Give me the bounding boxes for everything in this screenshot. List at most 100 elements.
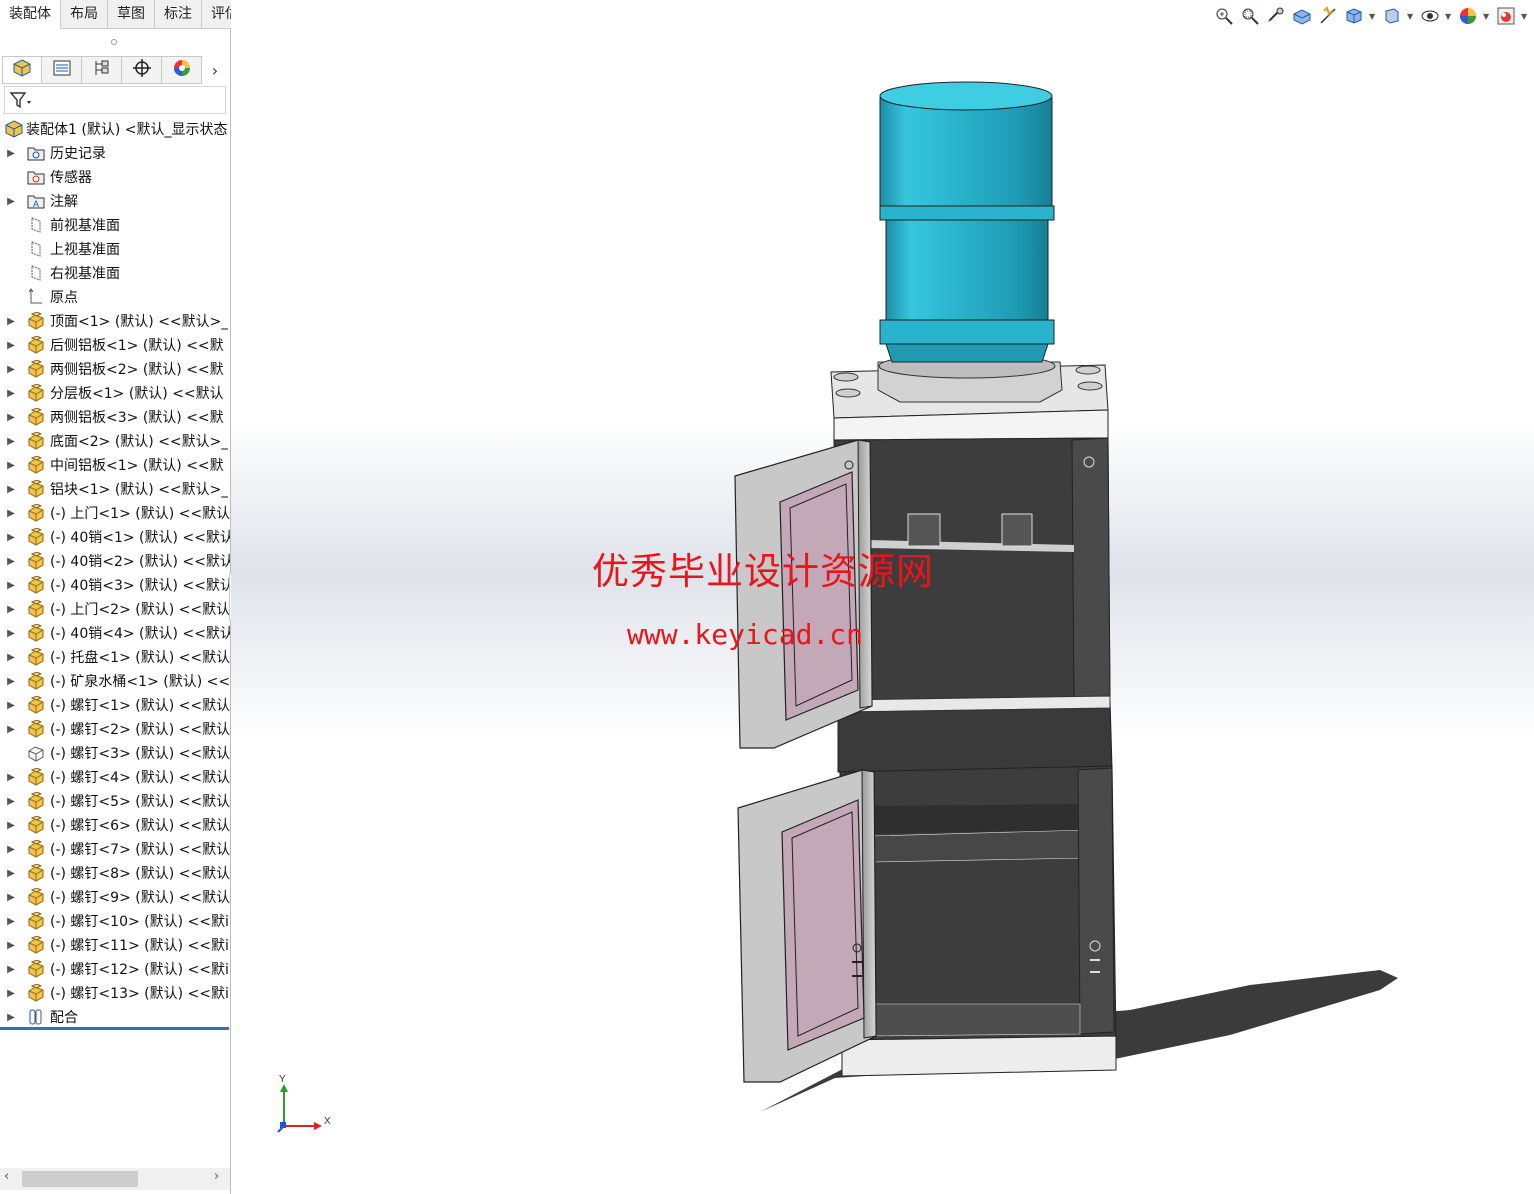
display-manager-tab[interactable] [162,56,202,84]
tree-item[interactable]: ▶ (-) 托盘<1> (默认) <<默认 [0,645,230,669]
expand-arrow-icon[interactable]: ▶ [6,604,16,615]
expand-arrow-icon[interactable]: ▶ [6,388,16,399]
tree-item[interactable]: 传感器 [0,165,230,189]
tree-item[interactable]: ▶ (-) 螺钉<7> (默认) <<默认 [0,837,230,861]
expand-arrow-icon[interactable]: ▶ [6,940,16,951]
tree-item[interactable]: ▶ (-) 螺钉<9> (默认) <<默认 [0,885,230,909]
tree-root[interactable]: 装配体1 (默认) <默认_显示状态 [0,117,230,141]
expand-arrow-icon[interactable]: ▶ [6,652,16,663]
panel-collapse-handle[interactable] [111,39,117,45]
feature-manager-tab[interactable] [2,56,42,84]
expand-arrow-icon[interactable]: ▶ [6,148,16,159]
dropdown-arrow-icon[interactable]: ▼ [1369,12,1377,21]
tree-item[interactable]: ▶ (-) 螺钉<4> (默认) <<默认 [0,765,230,789]
expand-arrow-icon[interactable]: ▶ [6,700,16,711]
previous-view-icon[interactable] [1265,5,1287,27]
tree-item[interactable]: ▶ A 注解 [0,189,230,213]
expand-arrow-icon[interactable]: ▶ [6,580,16,591]
dropdown-arrow-icon[interactable]: ▼ [1483,12,1491,21]
tree-item[interactable]: ▶ 底面<2> (默认) <<默认>_ [0,429,230,453]
expand-arrow-icon[interactable]: ▶ [6,436,16,447]
dropdown-arrow-icon[interactable]: ▼ [1521,12,1529,21]
zoom-to-area-icon[interactable] [1239,5,1261,27]
expand-arrow-icon[interactable]: ▶ [6,724,16,735]
expand-arrow-icon[interactable]: ▶ [6,844,16,855]
property-manager-tab[interactable] [42,56,82,84]
expand-arrow-icon[interactable]: ▶ [6,916,16,927]
tree-item[interactable]: 上视基准面 [0,237,230,261]
tree-item[interactable]: ▶ (-) 40销<1> (默认) <<默认 [0,525,230,549]
scroll-right-icon[interactable]: › [214,1169,219,1184]
dropdown-arrow-icon[interactable]: ▼ [1407,12,1415,21]
expand-arrow-icon[interactable]: ▶ [6,868,16,879]
expand-arrow-icon[interactable]: ▶ [6,820,16,831]
tree-item[interactable]: ▶ (-) 上门<2> (默认) <<默认 [0,597,230,621]
tree-item[interactable]: 右视基准面 [0,261,230,285]
expand-arrow-icon[interactable]: ▶ [6,892,16,903]
expand-arrow-icon[interactable]: ▶ [6,460,16,471]
section-view-icon[interactable] [1291,5,1313,27]
expand-arrow-icon[interactable]: ▶ [6,628,16,639]
tree-item[interactable]: ▶ 顶面<1> (默认) <<默认>_ [0,309,230,333]
tree-item[interactable]: ▶ (-) 螺钉<12> (默认) <<默i [0,957,230,981]
dynamic-annotation-icon[interactable] [1317,5,1339,27]
tree-item[interactable]: ▶ (-) 螺钉<6> (默认) <<默认 [0,813,230,837]
tab-2[interactable]: 草图 [108,0,155,29]
tree-item[interactable]: ▶ 后侧铝板<1> (默认) <<默 [0,333,230,357]
tree-item[interactable]: ▶ (-) 螺钉<2> (默认) <<默认 [0,717,230,741]
expand-arrow-icon[interactable]: ▶ [6,508,16,519]
tree-item[interactable]: (-) 螺钉<3> (默认) <<默认 [0,741,230,765]
tree-item[interactable]: ▶ (-) 螺钉<11> (默认) <<默i [0,933,230,957]
configuration-manager-tab[interactable] [82,56,122,84]
tree-item[interactable]: ▶ 分层板<1> (默认) <<默认 [0,381,230,405]
expand-arrow-icon[interactable]: ▶ [6,484,16,495]
expand-arrow-icon[interactable]: ▶ [6,988,16,999]
horizontal-scrollbar[interactable]: ‹ › [0,1168,230,1190]
apply-scene-icon[interactable] [1495,5,1517,27]
tree-item[interactable]: ▶ (-) 矿泉水桶<1> (默认) << [0,669,230,693]
zoom-to-fit-icon[interactable] [1213,5,1235,27]
expand-arrow-icon[interactable]: ▶ [6,196,16,207]
edit-appearance-icon[interactable] [1457,5,1479,27]
tree-item[interactable]: 前视基准面 [0,213,230,237]
tab-1[interactable]: 布局 [61,0,108,29]
dimxpert-tab[interactable] [122,56,162,84]
expand-arrow-icon[interactable]: ▶ [6,340,16,351]
dropdown-arrow-icon[interactable]: ▼ [1445,12,1453,21]
tree-item[interactable]: ▶ 中间铝板<1> (默认) <<默 [0,453,230,477]
feature-tree-filter[interactable] [4,86,226,114]
expand-arrow-icon[interactable]: ▶ [6,532,16,543]
view-orientation-icon[interactable] [1343,5,1365,27]
tree-item[interactable]: ▶ (-) 螺钉<13> (默认) <<默i [0,981,230,1005]
expand-arrow-icon[interactable]: ▶ [6,796,16,807]
tree-item[interactable]: ▶ (-) 40销<3> (默认) <<默认 [0,573,230,597]
scroll-left-icon[interactable]: ‹ [4,1169,9,1184]
expand-arrow-icon[interactable]: ▶ [6,772,16,783]
expand-arrow-icon[interactable]: ▶ [6,364,16,375]
more-tabs-arrow-icon[interactable]: › [202,56,228,84]
tree-item[interactable]: 原点 [0,285,230,309]
tab-0[interactable]: 装配体 [0,0,61,29]
tree-item[interactable]: ▶ (-) 螺钉<10> (默认) <<默i [0,909,230,933]
graphics-area[interactable]: Y X [231,0,1534,1194]
tree-item[interactable]: ▶ 铝块<1> (默认) <<默认>_ [0,477,230,501]
display-style-icon[interactable] [1381,5,1403,27]
tree-item[interactable]: ▶ 配合 [0,1005,230,1029]
expand-arrow-icon[interactable]: ▶ [6,964,16,975]
hide-show-icon[interactable] [1419,5,1441,27]
expand-arrow-icon[interactable]: ▶ [6,1012,16,1023]
expand-arrow-icon[interactable]: ▶ [6,676,16,687]
scroll-thumb[interactable] [22,1171,138,1187]
tree-item[interactable]: ▶ (-) 螺钉<1> (默认) <<默认 [0,693,230,717]
tree-item[interactable]: ▶ 两侧铝板<3> (默认) <<默 [0,405,230,429]
expand-arrow-icon[interactable]: ▶ [6,556,16,567]
tree-item[interactable]: ▶ (-) 螺钉<5> (默认) <<默认 [0,789,230,813]
tab-3[interactable]: 标注 [155,0,202,29]
tree-item[interactable]: ▶ 历史记录 [0,141,230,165]
tree-item[interactable]: ▶ (-) 上门<1> (默认) <<默认 [0,501,230,525]
tree-item[interactable]: ▶ (-) 40销<4> (默认) <<默认 [0,621,230,645]
tree-item[interactable]: ▶ (-) 螺钉<8> (默认) <<默认 [0,861,230,885]
tree-item[interactable]: ▶ (-) 40销<2> (默认) <<默认 [0,549,230,573]
expand-arrow-icon[interactable]: ▶ [6,316,16,327]
expand-arrow-icon[interactable]: ▶ [6,412,16,423]
